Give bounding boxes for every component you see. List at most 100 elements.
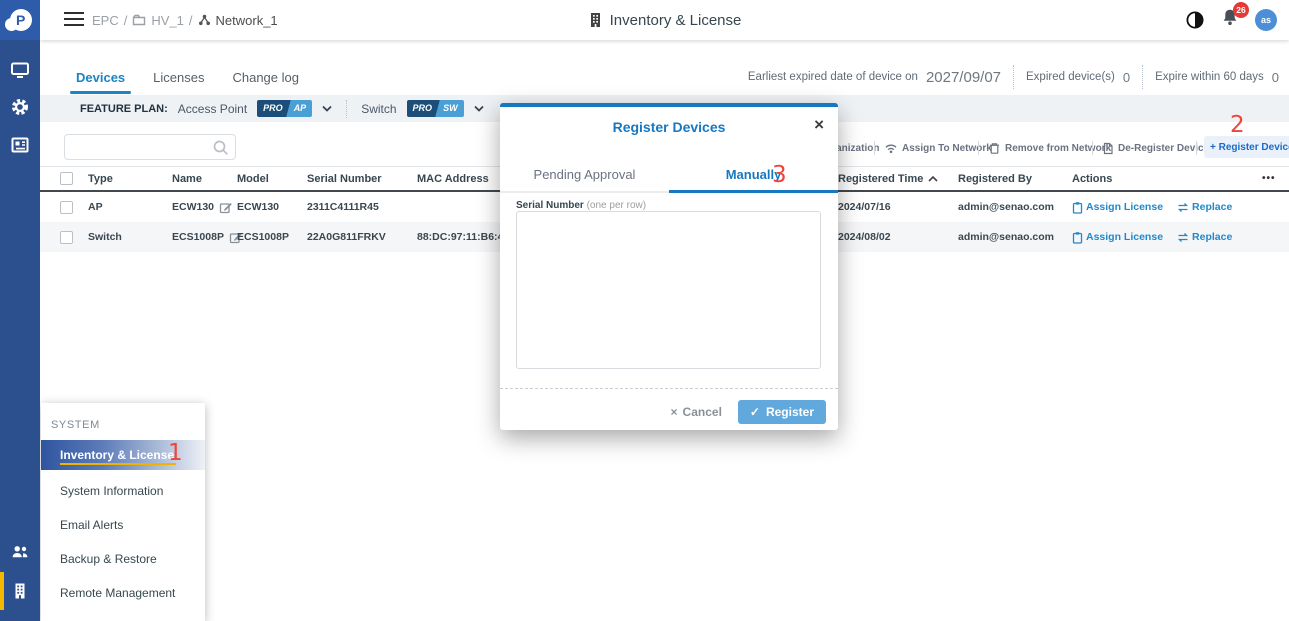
flyout-section-title: SYSTEM: [51, 419, 100, 431]
inventory-building-icon[interactable]: [0, 576, 40, 606]
document-icon: [1102, 142, 1114, 155]
access-point-label: Access Point: [178, 102, 247, 116]
register-device-button[interactable]: + Register Device: [1204, 136, 1289, 158]
system-flyout-menu: SYSTEM Inventory & License System Inform…: [41, 403, 205, 621]
tab-licenses[interactable]: Licenses: [139, 60, 218, 94]
earliest-expired-label: Earliest expired date of device on: [748, 71, 918, 83]
menu-item-backup-restore[interactable]: Backup & Restore: [41, 545, 205, 573]
divider: [500, 388, 838, 389]
ap-plan-chevron-down-icon[interactable]: [322, 105, 332, 112]
menu-item-remote-management[interactable]: Remote Management: [41, 579, 205, 607]
modal-footer: × Cancel ✓ Register: [500, 398, 826, 426]
divider: [1013, 65, 1014, 89]
sidebar-rail: P: [0, 0, 40, 621]
assign-license-link[interactable]: Assign License: [1072, 201, 1163, 214]
register-devices-modal: Register Devices × Pending Approval Manu…: [500, 103, 838, 430]
col-actions: Actions: [1072, 167, 1112, 190]
team-users-icon[interactable]: [0, 537, 40, 567]
assign-to-network-button[interactable]: Assign To Network: [884, 136, 992, 160]
tab-change-log[interactable]: Change log: [218, 60, 313, 94]
more-columns-icon[interactable]: •••: [1262, 173, 1276, 184]
sort-ascending-icon: [928, 176, 938, 182]
select-all-checkbox[interactable]: [60, 172, 73, 185]
row-checkbox[interactable]: [60, 201, 73, 214]
row-checkbox[interactable]: [60, 231, 73, 244]
devices-monitor-icon[interactable]: [0, 55, 40, 85]
ap-plan-badge[interactable]: PROAP: [257, 100, 312, 117]
modal-tabs: Pending Approval Manually: [500, 157, 838, 193]
expiry-summary: Earliest expired date of device on 2027/…: [748, 60, 1279, 94]
divider: [978, 141, 979, 155]
serial-numbers-textarea[interactable]: [516, 211, 821, 369]
assign-license-link[interactable]: Assign License: [1072, 231, 1163, 244]
register-button[interactable]: ✓ Register: [738, 400, 826, 424]
close-icon[interactable]: ×: [814, 116, 824, 133]
switch-plan-badge[interactable]: PROSW: [407, 100, 464, 117]
menu-item-email-alerts[interactable]: Email Alerts: [41, 511, 205, 539]
feature-plan-label: FEATURE PLAN:: [80, 103, 168, 115]
replace-link[interactable]: Replace: [1177, 201, 1232, 213]
page-title-text: Inventory & License: [610, 12, 742, 29]
cell-registered-by: admin@senao.com: [958, 192, 1054, 222]
screen: P EPC / HV_1 / Network_1: [0, 0, 1289, 621]
notification-badge: 26: [1233, 2, 1249, 18]
edit-name-icon[interactable]: [219, 201, 232, 214]
clipboard-icon: [1072, 201, 1083, 214]
serial-number-hint: (one per row): [587, 200, 646, 211]
theme-contrast-icon[interactable]: [1185, 10, 1205, 30]
settings-gear-icon[interactable]: [0, 92, 40, 122]
divider: [1092, 141, 1093, 155]
modal-tab-pending-approval[interactable]: Pending Approval: [500, 157, 669, 191]
col-registered-time[interactable]: Registered Time: [838, 167, 938, 190]
switch-label: Switch: [361, 102, 396, 116]
deregister-device-button[interactable]: De-Register Device: [1102, 136, 1209, 160]
annotation-step-2: 2: [1230, 112, 1245, 138]
title-building-icon: [588, 12, 603, 28]
expired-devices-value: 0: [1123, 70, 1130, 85]
cloud-logo-icon: P: [7, 9, 33, 31]
menu-item-system-information[interactable]: System Information: [41, 477, 205, 505]
sw-badge-type: SW: [440, 100, 464, 117]
notifications-bell[interactable]: 26: [1220, 8, 1240, 32]
avatar[interactable]: as: [1255, 9, 1277, 31]
expire-60days-label: Expire within 60 days: [1155, 71, 1264, 83]
col-model: Model: [237, 167, 269, 190]
cell-name: ECW130: [172, 201, 214, 213]
app-logo[interactable]: P: [0, 0, 40, 40]
swap-arrows-icon: [1177, 202, 1189, 213]
reports-news-icon[interactable]: [0, 130, 40, 160]
modal-tab-manually[interactable]: Manually: [669, 157, 838, 191]
tab-devices[interactable]: Devices: [62, 60, 139, 94]
serial-number-label: Serial Number (one per row): [516, 200, 646, 211]
col-name: Name: [172, 167, 202, 190]
cancel-button[interactable]: × Cancel: [671, 405, 722, 419]
annotation-step-3: 3: [772, 162, 787, 188]
col-registered-by: Registered By: [958, 167, 1032, 190]
replace-link[interactable]: Replace: [1177, 231, 1232, 243]
main-tabs: Devices Licenses Change log: [62, 60, 313, 94]
clipboard-icon: [1072, 231, 1083, 244]
annotation-step-1: 1: [168, 440, 183, 466]
ap-badge-type: AP: [291, 100, 313, 117]
divider: [1142, 65, 1143, 89]
cell-type: AP: [88, 192, 103, 222]
expire-60days-value: 0: [1272, 70, 1279, 85]
expired-devices-label: Expired device(s): [1026, 71, 1115, 83]
sw-badge-pro: PRO: [407, 100, 436, 117]
header-actions: 26 as: [1185, 0, 1277, 40]
top-bar: EPC / HV_1 / Network_1 Inventory & Licen…: [40, 0, 1289, 40]
divider: [1196, 141, 1197, 155]
earliest-expired-value: 2027/09/07: [926, 69, 1001, 86]
check-icon: ✓: [750, 405, 760, 419]
trash-icon: [988, 142, 1001, 155]
cell-registered-time: 2024/08/02: [838, 222, 891, 252]
col-type: Type: [88, 167, 113, 190]
cancel-x-icon: ×: [671, 405, 678, 419]
cell-model: ECS1008P: [237, 222, 289, 252]
switch-plan-chevron-down-icon[interactable]: [474, 105, 484, 112]
cell-serial: 22A0G811FRKV: [307, 222, 386, 252]
cell-type: Switch: [88, 222, 122, 252]
divider: [874, 141, 875, 155]
cell-registered-time: 2024/07/16: [838, 192, 891, 222]
cell-registered-by: admin@senao.com: [958, 222, 1054, 252]
